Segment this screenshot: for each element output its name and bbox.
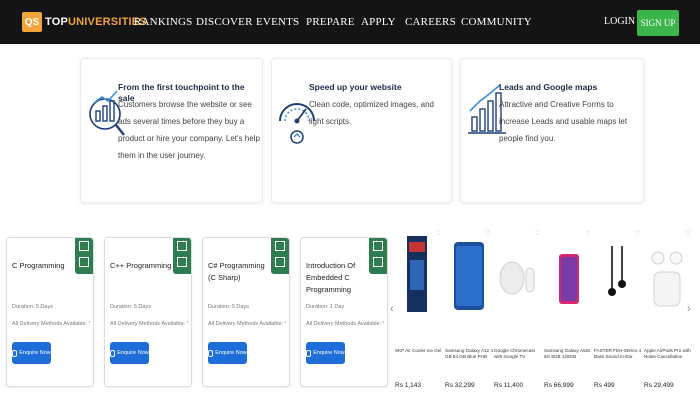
phone-icon	[306, 349, 312, 357]
home-icon[interactable]	[373, 241, 383, 251]
enquiry-icon[interactable]	[177, 257, 187, 267]
course-duration: Duration: 5 Days	[12, 304, 53, 310]
product-price: Rs 66,999	[544, 382, 574, 389]
feature-title: Speed up your website	[309, 82, 402, 92]
nav-discover[interactable]: DISCOVER	[196, 0, 253, 44]
course-title[interactable]: C# Programming (C Sharp)	[208, 260, 272, 284]
signup-button[interactable]: SIGN UP	[637, 10, 679, 36]
feature-description: Clean code, optimized images, and light …	[309, 100, 434, 126]
top-navigation-bar: QS TOPUNIVERSITIES RANKINGS DISCOVER EVE…	[0, 0, 700, 44]
course-card-corner	[369, 238, 387, 274]
product-card[interactable]: ♡ Apple AirPods Pro with Noise Cancellat…	[644, 226, 692, 400]
smartphone-image	[454, 242, 484, 310]
carousel-prev-icon[interactable]: ‹	[390, 303, 394, 315]
airpods-image	[651, 251, 683, 307]
course-delivery: All Delivery Methods Available: Yes	[208, 321, 286, 327]
smartphone-image	[559, 254, 579, 304]
nav-rankings[interactable]: RANKINGS	[134, 0, 192, 44]
nav-careers[interactable]: CAREERS	[405, 0, 456, 44]
product-price: Rs 499	[594, 382, 615, 389]
enquiry-icon[interactable]	[275, 257, 285, 267]
qs-logo-badge: QS	[22, 12, 42, 32]
home-icon[interactable]	[275, 241, 285, 251]
air-cooler-image	[407, 236, 427, 312]
login-link[interactable]: LOGIN	[604, 0, 635, 44]
course-delivery: All Delivery Methods Available: Yes	[306, 321, 384, 327]
course-delivery: All Delivery Methods Available: Yes	[110, 321, 188, 327]
course-title[interactable]: C++ Programming	[110, 260, 174, 272]
course-title[interactable]: C Programming	[12, 260, 76, 272]
course-delivery: All Delivery Methods Available: Yes	[12, 321, 90, 327]
course-duration: Duration: 5 Days	[110, 304, 151, 310]
product-name: Samsung Galaxy A52s 5G 8GB 128GB Awesome	[544, 348, 591, 359]
chromecast-image	[499, 261, 535, 295]
product-name: Google Chromecast with Google TV	[494, 348, 535, 359]
feature-description: Customers browse the website or see ads …	[118, 100, 260, 160]
product-card[interactable]: ♡ Samsung Galaxy A52s 5G 8GB 128GB Aweso…	[544, 226, 592, 400]
course-card-corner	[75, 238, 93, 274]
course-card-corner	[271, 238, 289, 274]
enquire-now-button[interactable]: Enquire Now	[208, 342, 247, 364]
enquire-now-button[interactable]: Enquire Now	[110, 342, 149, 364]
course-card: C Programming Duration: 5 Days All Deliv…	[6, 237, 94, 387]
carousel-next-icon[interactable]: ›	[687, 303, 691, 315]
product-price: Rs 29,499	[644, 382, 674, 389]
earphones-image	[608, 246, 626, 296]
course-duration: Duration: 1 Day	[306, 304, 345, 310]
product-card[interactable]: ♡ SKP Air Cooler Ice Gel Rs 1,143	[395, 226, 443, 400]
nav-events[interactable]: EVENTS	[256, 0, 299, 44]
product-card[interactable]: ♡ FASTER FEH-Stereo 4 Bass Sound In-Ear …	[594, 226, 642, 400]
product-price: Rs 11,400	[494, 382, 524, 389]
product-card[interactable]: ♡ Google Chromecast with Google TV Rs 11…	[494, 226, 542, 400]
topuniversities-logo[interactable]: QS TOPUNIVERSITIES	[22, 11, 147, 33]
course-title[interactable]: Introduction Of Embedded C Programming	[306, 260, 370, 296]
product-price: Rs 1,143	[395, 382, 422, 389]
phone-icon	[12, 349, 18, 357]
nav-prepare[interactable]: PREPARE	[306, 0, 355, 44]
course-card: C# Programming (C Sharp) Duration: 5 Day…	[202, 237, 290, 387]
enquire-now-button[interactable]: Enquire Now	[12, 342, 51, 364]
course-card: Introduction Of Embedded C Programming D…	[300, 237, 388, 387]
enquiry-icon[interactable]	[373, 257, 383, 267]
course-card: C++ Programming Duration: 5 Days All Del…	[104, 237, 192, 387]
enquiry-icon[interactable]	[79, 257, 89, 267]
feature-description: Attractive and Creative Forms to increas…	[499, 100, 628, 143]
enquire-now-button[interactable]: Enquire Now	[306, 342, 345, 364]
feature-title: Leads and Google maps	[499, 82, 598, 92]
phone-icon	[208, 349, 214, 357]
product-card[interactable]: ♡ Samsung Galaxy A12 4 GB 64 GB Blue PHB…	[445, 226, 493, 400]
nav-community[interactable]: COMMUNITY	[461, 0, 532, 44]
feature-card-touchpoint: From the first touchpoint to the sale Cu…	[80, 58, 263, 203]
product-name: Apple AirPods Pro with Noise Cancellatio…	[644, 348, 691, 359]
feature-card-leads: Leads and Google maps Attractive and Cre…	[460, 58, 644, 203]
feature-card-speed: Speed up your website Clean code, optimi…	[271, 58, 452, 203]
nav-apply[interactable]: APPLY	[361, 0, 396, 44]
phone-icon	[110, 349, 116, 357]
home-icon[interactable]	[177, 241, 187, 251]
course-duration: Duration: 5 Days	[208, 304, 249, 310]
product-name: SKP Air Cooler Ice Gel	[395, 348, 442, 353]
product-name: FASTER FEH-Stereo 4 Bass Sound In-Ear	[594, 348, 642, 359]
home-icon[interactable]	[79, 241, 89, 251]
product-name: Samsung Galaxy A12 4 GB 64 GB Blue PHB	[445, 348, 493, 359]
logo-text-top: TOP	[45, 16, 69, 28]
course-card-corner	[173, 238, 191, 274]
product-price: Rs 32,299	[445, 382, 475, 389]
